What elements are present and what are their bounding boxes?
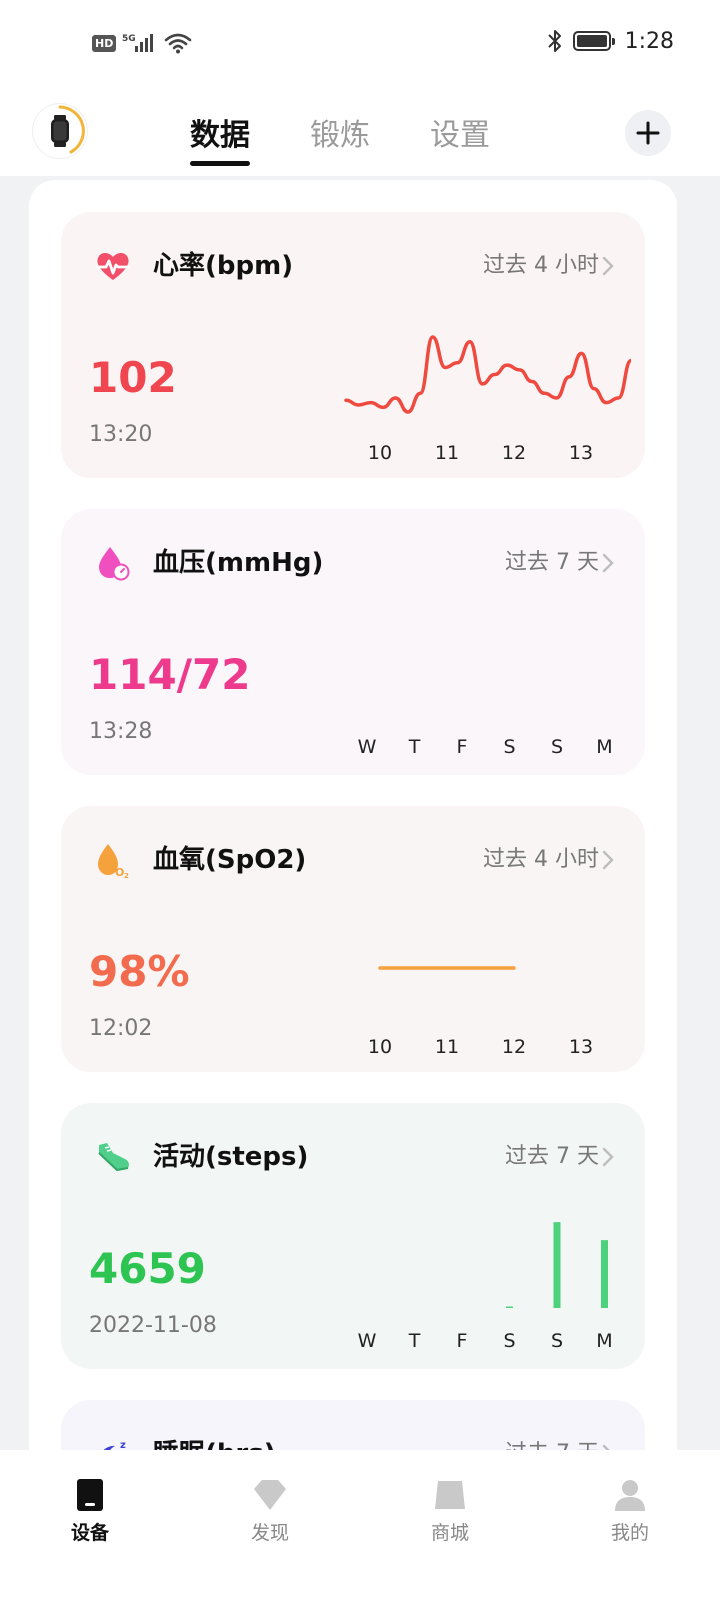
x-tick-label: 10 <box>368 1036 392 1058</box>
x-tick-label: 10 <box>368 442 392 464</box>
profile-icon <box>615 1480 645 1511</box>
x-tick-label: M <box>596 1330 612 1352</box>
time-range-label: 过去 7 天 <box>505 1436 599 1450</box>
blood-pressure-value: 114/72 <box>89 650 251 699</box>
plus-icon <box>636 121 660 145</box>
watch-icon <box>51 105 85 154</box>
time-range-label: 过去 4 小时 <box>483 253 599 278</box>
blood-pressure-chart: WTFSSMT <box>358 736 613 758</box>
time-range-label: 过去 4 小时 <box>483 847 599 872</box>
bottom-nav-label: 发现 <box>250 1522 289 1544</box>
card-title: 血压(mmHg) <box>153 548 324 578</box>
blood-oxygen-value: 98% <box>89 947 190 996</box>
blood-pressure-card[interactable]: 血压(mmHg) 过去 7 天 114/72 13:28 WTFSSMT <box>61 509 645 775</box>
status-right: 1:28 <box>547 28 674 54</box>
hd-badge: HD <box>92 34 117 52</box>
x-tick-label: 13 <box>569 442 593 464</box>
tab-workout[interactable]: 锻炼 <box>310 110 370 166</box>
heart-rate-line <box>344 335 631 414</box>
bottom-nav-device[interactable]: 设备 <box>30 1478 150 1600</box>
moon-icon: z <box>103 1440 126 1450</box>
x-tick-label: M <box>596 736 612 758</box>
blood-oxygen-card[interactable]: O 2 血氧(SpO2) 过去 4 小时 98% 12:02 10 11 12 13 <box>61 806 645 1072</box>
chevron-right-icon <box>602 1147 614 1167</box>
tab-bar: 数据 锻炼 设置 <box>190 110 490 166</box>
shopping-bag-icon <box>435 1481 465 1509</box>
chevron-right-icon <box>602 1444 610 1450</box>
svg-text:O: O <box>115 866 124 879</box>
blood-drop-gauge-icon <box>99 547 130 581</box>
device-icon <box>77 1479 103 1511</box>
activity-date: 2022-11-08 <box>89 1313 217 1338</box>
sneaker-icon <box>98 1143 129 1172</box>
x-tick-label: 12 <box>502 442 526 464</box>
svg-text:2: 2 <box>124 872 129 880</box>
blood-oxygen-chart: 10 11 12 13 <box>368 966 593 1058</box>
bottom-nav-discover[interactable]: 发现 <box>210 1478 330 1600</box>
x-tick-label: W <box>358 1330 377 1352</box>
x-tick-label: S <box>503 1330 515 1352</box>
device-avatar[interactable] <box>33 104 87 158</box>
activity-chart: WTFSSMT <box>358 1222 613 1352</box>
heart-rate-card[interactable]: 心率(bpm) 过去 4 小时 102 13:20 10 11 12 13 <box>61 212 645 478</box>
chevron-right-icon <box>602 553 614 573</box>
card-title: 心率(bpm) <box>153 251 294 281</box>
tab-settings[interactable]: 设置 <box>430 110 490 166</box>
bottom-nav: 设备 发现 商城 我的 <box>0 1450 720 1600</box>
x-tick-label: 12 <box>502 1036 526 1058</box>
bottom-nav-label: 设备 <box>70 1522 109 1544</box>
bottom-nav-label: 商城 <box>430 1522 469 1544</box>
oxygen-drop-icon: O 2 <box>98 844 129 880</box>
activity-card[interactable]: 活动(steps) 过去 7 天 4659 2022-11-08 WTFSSMT <box>61 1103 645 1369</box>
heart-rate-chart: 10 11 12 13 <box>344 335 631 464</box>
blood-pressure-time: 13:28 <box>89 719 153 744</box>
bottom-nav-store[interactable]: 商城 <box>390 1478 510 1600</box>
clock: 1:28 <box>624 28 674 54</box>
card-title: 血氧(SpO2) <box>153 845 307 875</box>
sleep-card[interactable]: z 睡眠(hrs) 过去 7 天 <box>61 1400 645 1450</box>
steps-bar <box>601 1240 608 1308</box>
x-tick-label: F <box>457 1330 468 1352</box>
heart-pulse-icon <box>96 252 130 280</box>
battery-icon <box>572 31 615 51</box>
x-tick-label: 11 <box>435 1036 459 1058</box>
network-label: 5G <box>122 34 136 44</box>
activity-value: 4659 <box>89 1244 206 1293</box>
steps-bar <box>506 1306 513 1308</box>
heart-rate-value: 102 <box>89 353 177 402</box>
gem-icon <box>254 1480 286 1510</box>
status-bar: HD 5G 1:28 <box>0 0 720 90</box>
x-tick-label: F <box>457 736 468 758</box>
add-button[interactable] <box>625 110 671 156</box>
bottom-nav-profile[interactable]: 我的 <box>570 1478 690 1600</box>
bluetooth-icon <box>547 30 561 52</box>
svg-text:z: z <box>120 1440 126 1450</box>
signal-icon: 5G <box>122 34 154 52</box>
x-tick-label: W <box>358 736 377 758</box>
blood-oxygen-time: 12:02 <box>89 1016 153 1041</box>
x-tick-label: T <box>408 1330 421 1352</box>
top-nav: 数据 锻炼 设置 <box>0 90 720 176</box>
chevron-right-icon <box>602 256 614 276</box>
time-range-label: 过去 7 天 <box>505 1144 599 1169</box>
content-area: 心率(bpm) 过去 4 小时 102 13:20 10 11 12 13 血压(mm… <box>0 176 720 1450</box>
status-left: HD 5G <box>92 32 192 54</box>
heart-rate-time: 13:20 <box>89 422 153 447</box>
tab-data[interactable]: 数据 <box>190 110 250 166</box>
x-tick-label: S <box>503 736 515 758</box>
chevron-right-icon <box>602 850 614 870</box>
x-tick-label: 13 <box>569 1036 593 1058</box>
x-tick-label: S <box>551 1330 563 1352</box>
card-title: 睡眠(hrs) <box>153 1434 276 1450</box>
content-panel: 心率(bpm) 过去 4 小时 102 13:20 10 11 12 13 血压(mm… <box>29 180 677 1450</box>
card-title: 活动(steps) <box>153 1142 309 1172</box>
x-tick-label: 11 <box>435 442 459 464</box>
time-range-label: 过去 7 天 <box>505 550 599 575</box>
wifi-icon <box>165 33 192 54</box>
x-tick-label: T <box>408 736 421 758</box>
steps-bar <box>553 1222 561 1308</box>
bottom-nav-label: 我的 <box>610 1522 649 1544</box>
x-tick-label: S <box>551 736 563 758</box>
